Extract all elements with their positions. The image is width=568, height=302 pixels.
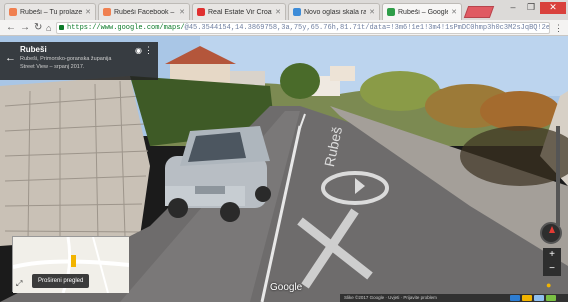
new-tab-button[interactable]: [463, 6, 495, 18]
browser-toolbar: ← → ↻ ⌂ https://www.google.com/maps/@45.…: [0, 20, 568, 36]
zoom-controls: + −: [543, 248, 561, 276]
back-arrow-icon[interactable]: ←: [6, 22, 16, 34]
layer-chip-icon[interactable]: [534, 295, 544, 301]
browser-tab-1[interactable]: Rubeši – Tu prolaze a ✕: [4, 3, 96, 20]
url-text: https://www.google.com/maps/: [67, 24, 185, 32]
tab-favicon-icon: [9, 8, 17, 16]
tab-close-icon[interactable]: ✕: [451, 8, 457, 16]
forward-arrow-icon[interactable]: →: [20, 22, 30, 34]
browser-tab-bar: Rubeši – Tu prolaze a ✕ Rubeši Facebook …: [0, 0, 568, 20]
tab-favicon-icon: [197, 8, 205, 16]
address-bar[interactable]: https://www.google.com/maps/@45.3544154,…: [56, 22, 550, 34]
url-path-text: @45.3544154,14.3869758,3a,75y,65.76h,81.…: [184, 24, 550, 32]
layer-chip-icon[interactable]: [510, 295, 520, 301]
street-view-panorama[interactable]: Rubeš ← Rubeši Rubeši, Primorsko-goransk…: [0, 36, 568, 302]
tab-favicon-icon: [103, 8, 111, 16]
place-info-card: ← Rubeši Rubeši, Primorsko-goranska župa…: [0, 42, 158, 80]
menu-icon[interactable]: ⋮: [554, 22, 563, 34]
browser-tab-2[interactable]: Rubeši Facebook – 6.5 ✕: [98, 3, 190, 20]
expand-map-icon[interactable]: ⤢: [16, 279, 22, 289]
compass-icon[interactable]: [540, 222, 562, 244]
back-arrow-icon[interactable]: ←: [5, 52, 16, 64]
layer-chip-icon[interactable]: [546, 295, 556, 301]
browser-tab-active[interactable]: Rubeši – Google karte ✕: [382, 3, 462, 20]
footer-attribution[interactable]: Slike ©2017 Google · Uvjeti · Prijavite …: [344, 294, 437, 302]
tab-favicon-icon: [387, 8, 395, 16]
browser-tab-3[interactable]: Real Estate Vir Croatia ✕: [192, 3, 286, 20]
capture-date: Street View – srpanj 2017.: [20, 64, 85, 70]
window-close-button[interactable]: ✕: [540, 2, 566, 14]
more-options-icon[interactable]: ⋮: [144, 45, 153, 56]
expanded-view-button[interactable]: Prošireni pregled: [32, 274, 90, 288]
minimize-button[interactable]: –: [504, 2, 522, 14]
reload-icon[interactable]: ↻: [34, 22, 42, 34]
tab-close-icon[interactable]: ✕: [85, 8, 91, 16]
tab-favicon-icon: [293, 8, 301, 16]
home-icon[interactable]: ⌂: [46, 22, 51, 34]
browser-tab-4[interactable]: Novo oglasi skala ra ✕: [288, 3, 380, 20]
maximize-button[interactable]: ❐: [522, 2, 540, 14]
pegman-icon[interactable]: ●: [546, 280, 551, 290]
tab-close-icon[interactable]: ✕: [369, 8, 375, 16]
place-address: Rubeši, Primorsko-goranska županija: [20, 56, 112, 62]
zoom-out-button[interactable]: −: [543, 262, 561, 276]
tab-close-icon[interactable]: ✕: [275, 8, 281, 16]
lock-icon: [59, 25, 64, 30]
place-title: Rubeši: [20, 45, 47, 54]
location-pin-icon[interactable]: ◉: [135, 46, 142, 55]
google-watermark: Google: [270, 282, 303, 293]
layer-chip-icon[interactable]: [522, 295, 532, 301]
zoom-in-button[interactable]: +: [543, 248, 561, 262]
tab-close-icon[interactable]: ✕: [179, 8, 185, 16]
map-footer-bar: Slike ©2017 Google · Uvjeti · Prijavite …: [340, 294, 568, 302]
